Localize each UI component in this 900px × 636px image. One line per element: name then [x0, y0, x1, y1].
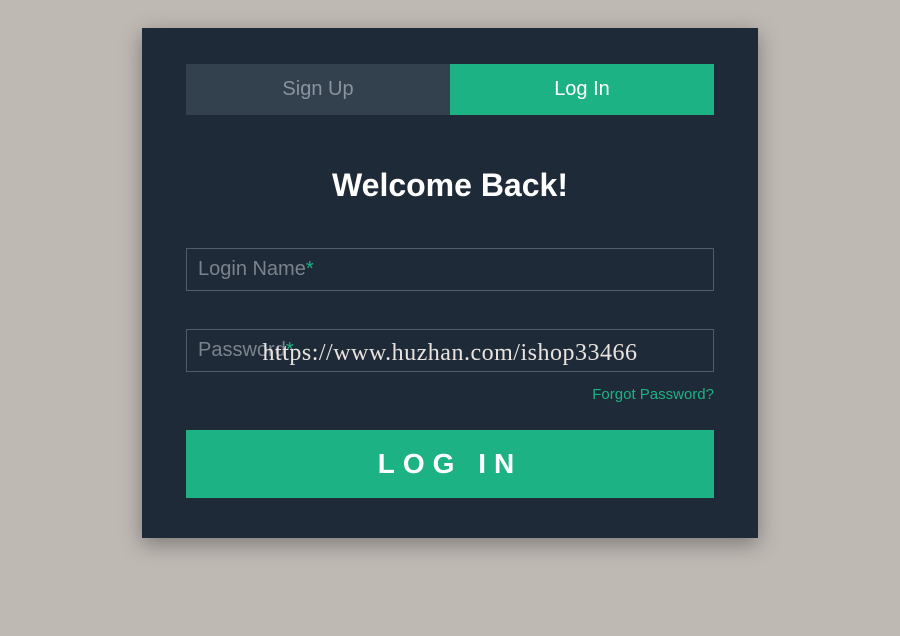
- auth-tabs: Sign Up Log In: [186, 64, 714, 115]
- forgot-password-row: Forgot Password?: [186, 386, 714, 404]
- password-input[interactable]: [186, 329, 714, 372]
- tab-login[interactable]: Log In: [450, 64, 714, 115]
- login-name-group: Login Name*: [186, 248, 714, 291]
- login-name-input[interactable]: [186, 248, 714, 291]
- page-title: Welcome Back!: [186, 167, 714, 204]
- login-button[interactable]: Log In: [186, 430, 714, 498]
- password-group: Password*: [186, 329, 714, 372]
- forgot-password-link[interactable]: Forgot Password?: [592, 386, 714, 403]
- auth-card: Sign Up Log In Welcome Back! Login Name*…: [142, 28, 758, 538]
- tab-signup[interactable]: Sign Up: [186, 64, 450, 115]
